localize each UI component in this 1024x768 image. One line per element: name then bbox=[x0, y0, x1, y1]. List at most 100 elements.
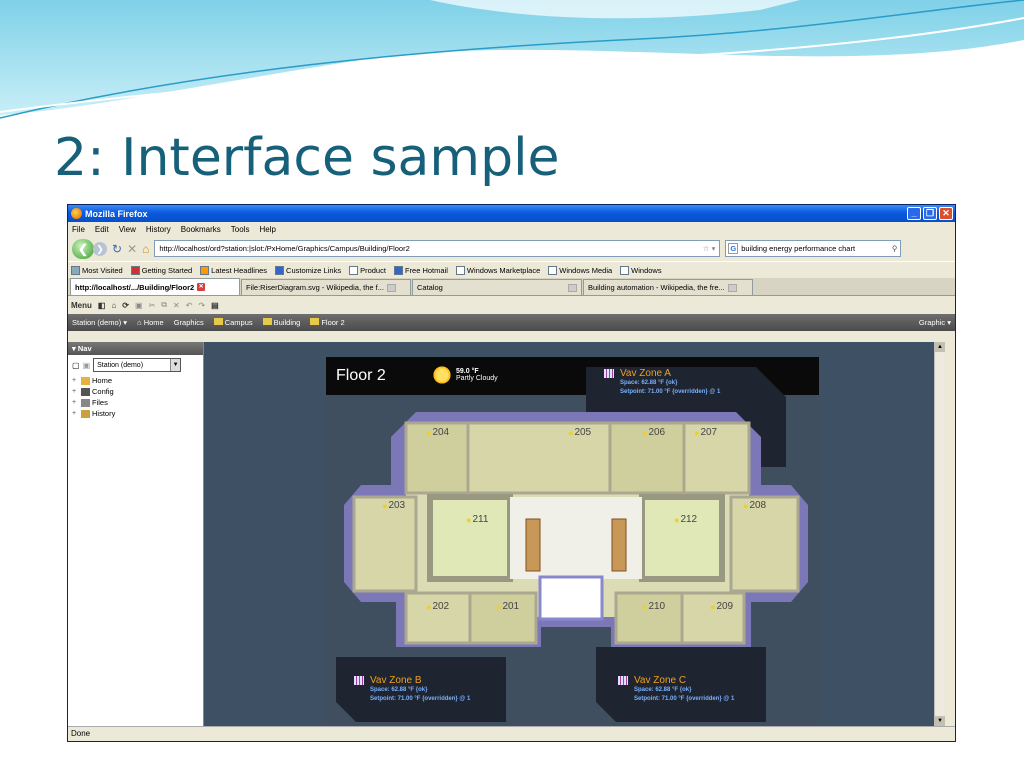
tree-item-files[interactable]: + Files bbox=[72, 397, 203, 408]
room-label-206[interactable]: ● 206 bbox=[642, 427, 665, 438]
tree-label: Config bbox=[92, 387, 114, 396]
tree-label: History bbox=[92, 409, 116, 418]
bookmark-getting-started[interactable]: Getting Started bbox=[130, 265, 193, 275]
room-label-203[interactable]: ● 203 bbox=[382, 500, 405, 511]
search-icon[interactable]: ⚲ bbox=[892, 244, 901, 253]
room-label-202[interactable]: ● 202 bbox=[426, 601, 449, 612]
light-bulb-icon: ● bbox=[466, 514, 472, 525]
zone-setpoint: Setpoint: 71.00 °F {overridden} @ 1 bbox=[634, 696, 735, 702]
search-box[interactable]: G building energy performance chart ⚲ bbox=[725, 240, 902, 257]
light-bulb-icon: ● bbox=[642, 601, 648, 612]
crumb-graphics[interactable]: Graphics bbox=[174, 318, 204, 327]
url-bar[interactable]: http://localhost/ord?station:|slot:/PxHo… bbox=[154, 240, 721, 257]
crumb-home[interactable]: ⌂ Home bbox=[137, 318, 164, 327]
redo-icon[interactable]: ↷ bbox=[198, 301, 205, 310]
station-select[interactable]: Station (demo) ▼ bbox=[93, 358, 182, 372]
floor-graphic: Floor 2 59.0 °F Partly Cloudy Vav Zone A … bbox=[326, 357, 819, 727]
chart-icon[interactable]: ▤ bbox=[211, 301, 219, 310]
bookmark-windows-marketplace[interactable]: Windows Marketplace bbox=[455, 265, 540, 275]
cut-icon[interactable]: ✂ bbox=[149, 301, 156, 310]
tab-riser-diagram[interactable]: File:RiserDiagram.svg - Wikipedia, the f… bbox=[241, 279, 411, 295]
bookmark-windows[interactable]: Windows bbox=[620, 265, 662, 275]
tree-item-history[interactable]: + History bbox=[72, 408, 203, 419]
room-label-207[interactable]: ● 207 bbox=[694, 427, 717, 438]
room-label-204[interactable]: ● 204 bbox=[426, 427, 449, 438]
bookmark-most-visited[interactable]: Most Visited bbox=[71, 265, 123, 275]
scroll-up-icon[interactable]: ▲ bbox=[935, 342, 945, 352]
maximize-button[interactable]: ❐ bbox=[923, 207, 937, 220]
zone-a[interactable]: Vav Zone A Space: 62.88 °F {ok} Setpoint… bbox=[604, 368, 720, 397]
tab-building-automation[interactable]: Building automation - Wikipedia, the fre… bbox=[583, 279, 753, 295]
google-icon[interactable]: G bbox=[728, 243, 739, 254]
menu-view[interactable]: View bbox=[119, 225, 136, 234]
minimize-button[interactable]: _ bbox=[907, 207, 921, 220]
crumb-label: Home bbox=[143, 318, 164, 327]
refresh-icon[interactable]: ⟳ bbox=[122, 301, 129, 310]
msn-icon bbox=[393, 265, 403, 275]
save-icon[interactable]: ▣ bbox=[135, 301, 143, 310]
sidebar-toggle-icon[interactable]: ◧ bbox=[98, 301, 106, 310]
nav-tree: + Home + Config + Files + History bbox=[68, 375, 203, 419]
tree-item-config[interactable]: + Config bbox=[72, 386, 203, 397]
bookmark-label: Most Visited bbox=[82, 265, 123, 275]
page-icon bbox=[548, 265, 558, 275]
bookmark-customize-links[interactable]: Customize Links bbox=[275, 265, 341, 275]
bookmark-product[interactable]: Product bbox=[349, 265, 386, 275]
room-label-210[interactable]: ● 210 bbox=[642, 601, 665, 612]
room-number: 212 bbox=[680, 514, 698, 525]
close-icon[interactable]: ▣ bbox=[83, 361, 91, 370]
graphic-view-button[interactable]: Graphic ▾ bbox=[919, 318, 951, 327]
menu-history[interactable]: History bbox=[146, 225, 171, 234]
room-label-209[interactable]: ● 209 bbox=[710, 601, 733, 612]
tab-label: Catalog bbox=[417, 283, 443, 292]
menu-bookmarks[interactable]: Bookmarks bbox=[181, 225, 221, 234]
bookmark-latest-headlines[interactable]: Latest Headlines bbox=[200, 265, 267, 275]
rss-icon bbox=[200, 265, 210, 275]
close-tab-icon[interactable]: ✕ bbox=[197, 283, 206, 291]
new-icon[interactable]: ▢ bbox=[72, 361, 80, 370]
menu-button[interactable]: Menu bbox=[71, 301, 92, 310]
crumb-campus[interactable]: Campus bbox=[213, 318, 253, 327]
stop-icon[interactable]: ✕ bbox=[127, 242, 137, 256]
menu-tools[interactable]: Tools bbox=[231, 225, 250, 234]
bookmark-windows-media[interactable]: Windows Media bbox=[548, 265, 612, 275]
zone-b[interactable]: Vav Zone B Space: 62.88 °F {ok} Setpoint… bbox=[354, 675, 470, 704]
scroll-down-icon[interactable]: ▼ bbox=[935, 716, 945, 726]
bookmark-label: Getting Started bbox=[141, 265, 193, 275]
forward-button[interactable]: ❯ bbox=[93, 241, 107, 256]
zone-name: Vav Zone A bbox=[620, 368, 671, 379]
graphic-viewport: Floor 2 59.0 °F Partly Cloudy Vav Zone A … bbox=[204, 342, 945, 727]
room-label-212[interactable]: ● 212 bbox=[674, 514, 697, 525]
crumb-station[interactable]: Station (demo) ▾ bbox=[72, 318, 127, 327]
tab-floor2[interactable]: http://localhost/.../Building/Floor2 ✕ bbox=[70, 278, 240, 295]
delete-icon[interactable]: ✕ bbox=[173, 301, 180, 310]
close-button[interactable]: ✕ bbox=[939, 207, 953, 220]
tree-item-home[interactable]: + Home bbox=[72, 375, 203, 386]
close-tab-icon[interactable] bbox=[386, 283, 396, 292]
room-label-205[interactable]: ● 205 bbox=[568, 427, 591, 438]
tab-catalog[interactable]: Catalog bbox=[412, 279, 582, 295]
nav-sidebar: ▾ Nav ▢ ▣ Station (demo) ▼ + Home + Config … bbox=[68, 342, 204, 726]
close-tab-icon[interactable] bbox=[727, 283, 737, 292]
room-label-201[interactable]: ● 201 bbox=[496, 601, 519, 612]
menu-file[interactable]: File bbox=[72, 225, 85, 234]
copy-icon[interactable]: ⧉ bbox=[161, 300, 167, 310]
close-tab-icon[interactable] bbox=[568, 283, 577, 292]
crumb-building[interactable]: Building bbox=[262, 318, 300, 327]
vertical-scrollbar[interactable]: ▲ ▼ bbox=[934, 342, 945, 726]
back-button[interactable]: ❮ bbox=[72, 238, 94, 259]
room-203 bbox=[352, 495, 418, 593]
room-label-208[interactable]: ● 208 bbox=[743, 500, 766, 511]
zone-c[interactable]: Vav Zone C Space: 62.88 °F {ok} Setpoint… bbox=[618, 675, 734, 704]
room-label-211[interactable]: ● 211 bbox=[466, 514, 488, 525]
home-icon[interactable]: ⌂ bbox=[142, 242, 149, 256]
menu-help[interactable]: Help bbox=[259, 225, 275, 234]
crumb-floor2[interactable]: Floor 2 bbox=[310, 318, 345, 327]
folder-icon bbox=[310, 318, 320, 325]
home-icon[interactable]: ⌂ bbox=[111, 301, 116, 310]
reload-icon[interactable]: ↻ bbox=[112, 242, 122, 256]
bookmark-free-hotmail[interactable]: Free Hotmail bbox=[393, 265, 448, 275]
undo-icon[interactable]: ↶ bbox=[186, 301, 193, 310]
bookmark-star-icon[interactable]: ☆ ▾ bbox=[703, 244, 720, 253]
menu-edit[interactable]: Edit bbox=[95, 225, 109, 234]
